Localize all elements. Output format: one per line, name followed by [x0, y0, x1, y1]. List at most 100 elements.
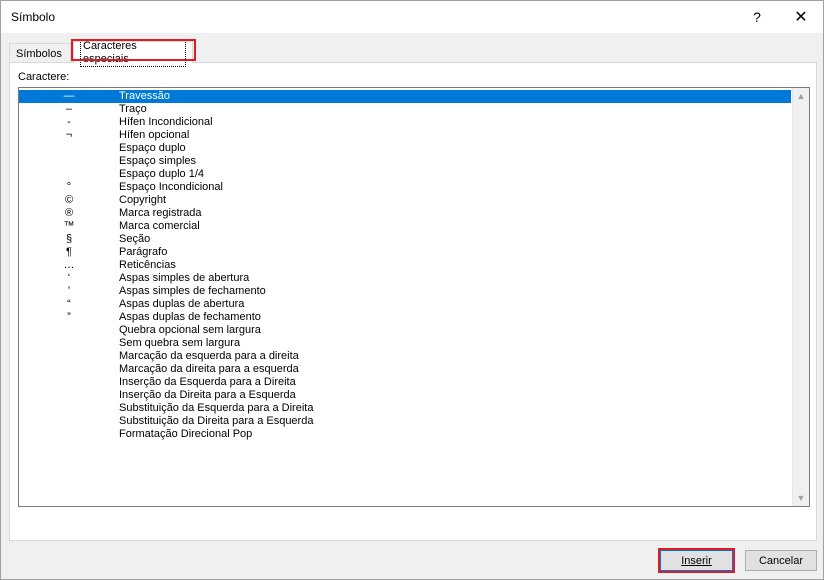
list-item-name: Quebra opcional sem largura	[119, 324, 261, 336]
list-item[interactable]: Substituição da Esquerda para a Direita	[19, 402, 791, 415]
cancel-button-label: Cancelar	[758, 554, 804, 567]
list-item[interactable]: § Seção	[19, 233, 791, 246]
symbol-dialog: Símbolo ? ✕ Símbolos Caracteres especiai…	[0, 0, 824, 580]
list-item-symbol	[19, 376, 119, 389]
list-item-name: Espaço duplo	[119, 142, 186, 154]
list-item[interactable]: - Hífen Incondicional	[19, 116, 791, 129]
list-item[interactable]: — Travessão	[19, 90, 791, 103]
list-item[interactable]: ¬ Hífen opcional	[19, 129, 791, 142]
list-item[interactable]: … Reticências	[19, 259, 791, 272]
list-item-name: Marca registrada	[119, 207, 202, 219]
list-item-name: Marcação da esquerda para a direita	[119, 350, 299, 362]
list-item[interactable]: ‘ Aspas simples de abertura	[19, 272, 791, 285]
character-list-label: Caractere:	[18, 71, 70, 83]
list-item-symbol	[19, 337, 119, 350]
list-item-name: Parágrafo	[119, 246, 168, 258]
close-button[interactable]: ✕	[779, 1, 823, 33]
list-item[interactable]: Formatação Direcional Pop	[19, 428, 791, 441]
list-item-name: Marca comercial	[119, 220, 200, 232]
list-item-symbol	[19, 402, 119, 415]
list-item-symbol: ™	[63, 220, 75, 232]
list-item[interactable]: ™ Marca comercial	[19, 220, 791, 233]
list-item-symbol	[19, 350, 119, 363]
insert-button-label: Inserir	[681, 554, 712, 567]
list-item-symbol	[19, 168, 119, 181]
list-item[interactable]: © Copyright	[19, 194, 791, 207]
list-item-name: Travessão	[119, 90, 170, 102]
list-item-name: Traço	[119, 103, 147, 115]
list-item-symbol	[19, 363, 119, 376]
insert-button[interactable]: Inserir	[660, 550, 733, 571]
dialog-title: Símbolo	[11, 10, 56, 24]
list-item-name: Substituição da Direita para a Esquerda	[119, 415, 314, 427]
list-item-name: Aspas simples de abertura	[119, 272, 250, 284]
list-item-name: Aspas duplas de fechamento	[119, 311, 261, 323]
list-item-symbol	[19, 155, 119, 168]
list-item-symbol: ®	[64, 207, 74, 219]
list-item-symbol: —	[63, 90, 75, 102]
list-item-symbol: “	[67, 298, 71, 310]
list-item-name: Seção	[119, 233, 151, 245]
list-item-name: Reticências	[119, 259, 176, 271]
list-item-name: Inserção da Esquerda para a Direita	[119, 376, 296, 388]
list-item[interactable]: “ Aspas duplas de abertura	[19, 298, 791, 311]
tab-caracteres-especiais-label: Caracteres especiais	[80, 38, 186, 67]
list-item-name: Formatação Direcional Pop	[119, 428, 253, 440]
list-item[interactable]: Marcação da direita para a esquerda	[19, 363, 791, 376]
list-item-symbol	[19, 324, 119, 337]
list-item-symbol: ©	[64, 194, 74, 206]
tab-caracteres-especiais[interactable]: Caracteres especiais	[73, 38, 193, 67]
list-item[interactable]: – Traço	[19, 103, 791, 116]
list-item-symbol	[19, 389, 119, 402]
list-item-symbol	[19, 428, 119, 441]
list-item[interactable]: Inserção da Direita para a Esquerda	[19, 389, 791, 402]
list-item-name: Inserção da Direita para a Esquerda	[119, 389, 296, 401]
list-scrollbar[interactable]: ▲ ▼	[792, 88, 809, 506]
list-item-symbol: ”	[67, 311, 71, 323]
list-item[interactable]: Inserção da Esquerda para a Direita	[19, 376, 791, 389]
list-item[interactable]: Espaço duplo 1/4	[19, 168, 791, 181]
list-item-name: Hífen Incondicional	[119, 116, 213, 128]
character-list[interactable]: — Travessão – Traço - Hífen Incondicional ¬ Híf…	[18, 87, 810, 507]
list-item-symbol: ¶	[66, 246, 72, 258]
list-item[interactable]: Sem quebra sem largura	[19, 337, 791, 350]
list-item-name: Marcação da direita para a esquerda	[119, 363, 299, 375]
tab-simbolos-label: Símbolos	[16, 47, 62, 60]
list-item[interactable]: ® Marca registrada	[19, 207, 791, 220]
help-button[interactable]: ?	[735, 1, 779, 33]
list-item[interactable]: ” Aspas duplas de fechamento	[19, 311, 791, 324]
list-item-symbol: °	[66, 181, 72, 193]
list-item-name: Copyright	[119, 194, 167, 206]
list-item[interactable]: ° Espaço Incondicional	[19, 181, 791, 194]
tab-strip: Símbolos Caracteres especiais	[9, 38, 817, 67]
list-item-name: Hífen opcional	[119, 129, 190, 141]
list-item[interactable]: ¶ Parágrafo	[19, 246, 791, 259]
tab-simbolos[interactable]: Símbolos	[9, 43, 71, 63]
list-item[interactable]: Marcação da esquerda para a direita	[19, 350, 791, 363]
list-item[interactable]: Espaço duplo	[19, 142, 791, 155]
list-item-symbol	[19, 142, 119, 155]
cancel-button[interactable]: Cancelar	[745, 550, 817, 571]
list-item-symbol: ¬	[65, 129, 73, 141]
list-item-symbol: -	[67, 116, 71, 128]
list-item-name: Espaço simples	[119, 155, 197, 167]
list-item[interactable]: ’ Aspas simples de fechamento	[19, 285, 791, 298]
list-item[interactable]: Quebra opcional sem largura	[19, 324, 791, 337]
scroll-down-icon[interactable]: ▼	[793, 490, 809, 506]
list-item-symbol: …	[63, 259, 75, 271]
list-item-name: Aspas simples de fechamento	[119, 285, 266, 297]
title-bar: Símbolo ? ✕	[1, 1, 823, 33]
scroll-up-icon[interactable]: ▲	[793, 88, 809, 104]
list-item-name: Aspas duplas de abertura	[119, 298, 245, 310]
character-list-rows: — Travessão – Traço - Hífen Incondicional ¬ Híf…	[19, 90, 791, 441]
list-item-name: Espaço duplo 1/4	[119, 168, 205, 180]
list-item[interactable]: Espaço simples	[19, 155, 791, 168]
list-item-symbol: ‘	[67, 272, 71, 284]
list-item-name: Substituição da Esquerda para a Direita	[119, 402, 314, 414]
list-item-symbol: ’	[67, 285, 71, 297]
list-item-name: Espaço Incondicional	[119, 181, 223, 193]
list-item-symbol: –	[65, 103, 73, 115]
list-item-name: Sem quebra sem largura	[119, 337, 241, 349]
list-item[interactable]: Substituição da Direita para a Esquerda	[19, 415, 791, 428]
tab-panel: Caractere: — Travessão – Traço - Hífen Incond…	[9, 62, 817, 541]
